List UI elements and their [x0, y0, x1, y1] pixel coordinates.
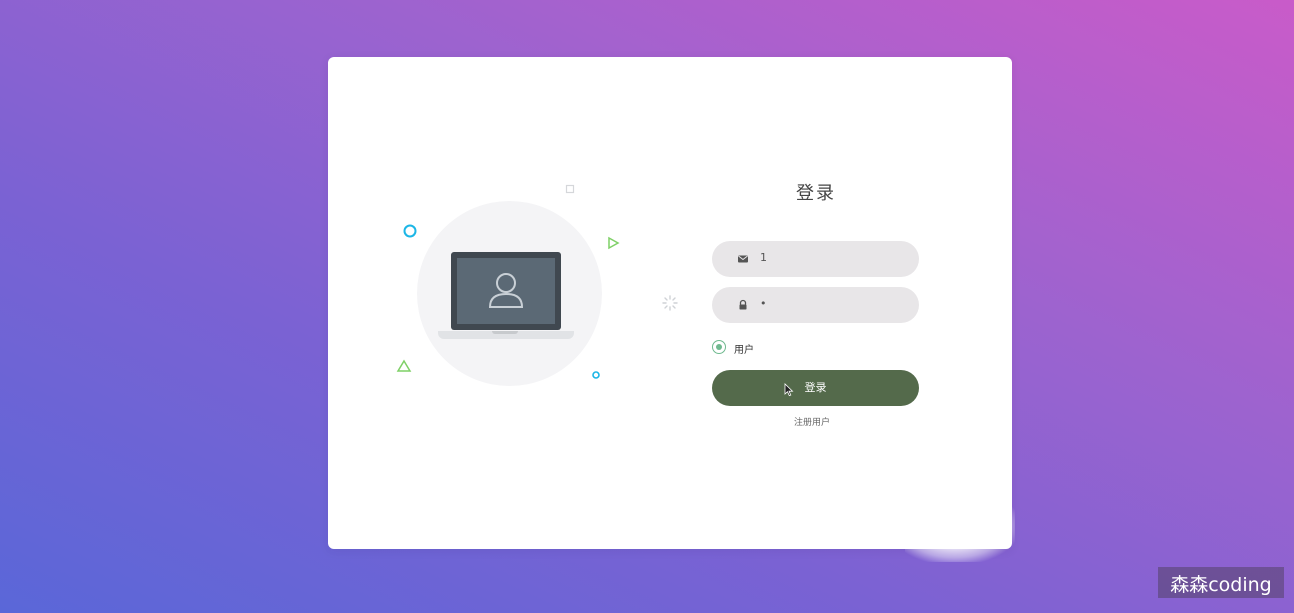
user-role-radio[interactable] — [712, 340, 726, 354]
login-card: 登录 1 • 用户 登录 注册用户 — [328, 57, 1012, 549]
mouse-cursor-icon — [784, 383, 794, 397]
lock-icon — [739, 299, 747, 310]
password-value[interactable]: • — [760, 297, 767, 310]
laptop-icon — [451, 252, 561, 330]
password-field[interactable]: • — [712, 287, 919, 323]
envelope-icon — [738, 255, 748, 263]
email-field[interactable]: 1 — [712, 241, 919, 277]
login-button[interactable]: 登录 — [712, 370, 919, 406]
watermark: 森森coding — [1158, 567, 1284, 598]
laptop-screen — [457, 258, 555, 324]
small-circle-deco-icon — [592, 371, 600, 379]
laptop-notch — [492, 331, 518, 334]
square-deco-icon — [565, 184, 575, 194]
light-glow — [905, 490, 1015, 562]
register-link[interactable]: 注册用户 — [712, 415, 912, 428]
user-icon — [488, 273, 524, 308]
user-role-label[interactable]: 用户 — [734, 341, 754, 356]
login-title: 登录 — [796, 183, 836, 204]
triangle-right-deco-icon — [608, 236, 620, 250]
triangle-up-deco-icon — [396, 359, 412, 372]
loading-spinner-icon — [662, 295, 678, 311]
circle-deco-icon — [403, 224, 417, 238]
email-value[interactable]: 1 — [760, 251, 767, 264]
